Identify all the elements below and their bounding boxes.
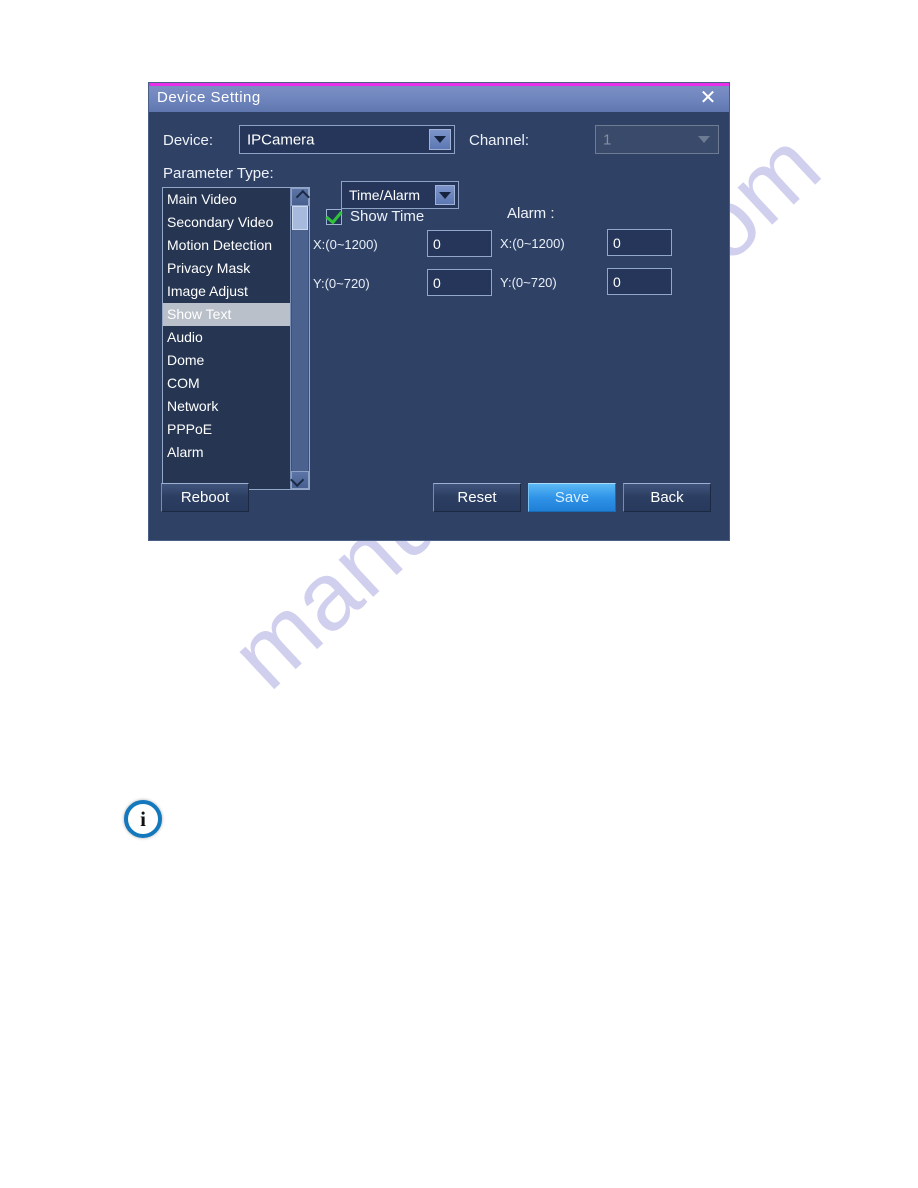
list-item[interactable]: PPPoE [163,418,290,441]
list-item[interactable]: Privacy Mask [163,257,290,280]
list-item[interactable]: Image Adjust [163,280,290,303]
channel-select-value: 1 [603,131,612,148]
time-x-input[interactable] [427,230,492,257]
chevron-down-icon[interactable] [429,129,451,150]
device-select[interactable]: IPCamera [239,125,455,154]
time-x-label: X:(0~1200) [313,237,378,252]
parameter-list-scrollbar[interactable] [290,188,310,489]
check-icon [325,206,343,225]
device-label: Device: [163,132,214,149]
list-item[interactable]: Motion Detection [163,234,290,257]
dialog-titlebar: Device Setting ✕ [149,86,729,112]
list-item[interactable]: Main Video [163,188,290,211]
scrollbar-thumb[interactable] [292,206,308,230]
scroll-up-button[interactable] [291,188,310,206]
list-item[interactable]: Secondary Video [163,211,290,234]
parameter-list-items[interactable]: Main Video Secondary Video Motion Detectio… [163,188,290,489]
back-button[interactable]: Back [623,483,711,512]
time-y-input[interactable] [427,269,492,296]
chevron-down-icon[interactable] [435,185,455,205]
list-item[interactable]: Show Text [163,303,290,326]
list-item[interactable]: Alarm [163,441,290,464]
osd-mode-value: Time/Alarm [349,187,421,203]
show-time-checkbox[interactable] [325,206,343,225]
time-y-label: Y:(0~720) [313,276,370,291]
alarm-group-label: Alarm : [507,205,555,222]
parameter-type-label: Parameter Type: [163,165,274,182]
reset-button[interactable]: Reset [433,483,521,512]
parameter-type-list[interactable]: Main Video Secondary Video Motion Detectio… [162,187,310,490]
scroll-down-button[interactable] [290,471,309,489]
device-select-value: IPCamera [247,131,315,148]
save-button[interactable]: Save [528,483,616,512]
close-icon[interactable]: ✕ [697,88,719,110]
channel-select[interactable]: 1 [595,125,719,154]
alarm-y-label: Y:(0~720) [500,275,557,290]
dialog-title: Device Setting [157,89,261,106]
alarm-x-label: X:(0~1200) [500,236,565,251]
list-item[interactable]: Network [163,395,290,418]
show-time-label: Show Time [350,208,425,225]
list-item[interactable]: Dome [163,349,290,372]
device-setting-dialog: Device Setting ✕ Device: IPCamera Channe… [148,82,730,541]
channel-label: Channel: [469,132,530,149]
chevron-down-icon [693,129,715,150]
information-icon: i [124,800,162,838]
reboot-button[interactable]: Reboot [161,483,249,512]
alarm-x-input[interactable] [607,229,672,256]
osd-mode-select[interactable]: Time/Alarm [341,181,459,209]
alarm-y-input[interactable] [607,268,672,295]
scrollbar-track[interactable] [292,206,308,471]
dialog-body: Device: IPCamera Channel: 1 Parameter Ty… [149,112,729,540]
info-icon-letter: i [140,806,146,831]
list-item[interactable]: Audio [163,326,290,349]
list-item[interactable]: COM [163,372,290,395]
